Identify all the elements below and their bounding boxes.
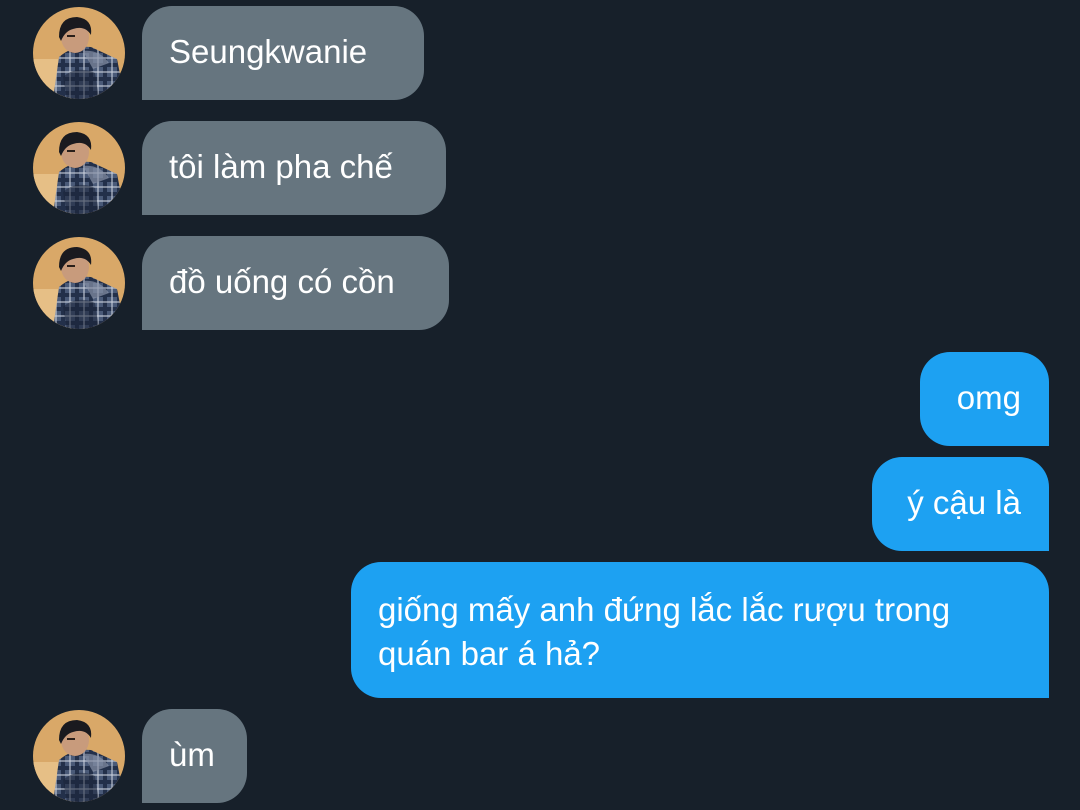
avatar-photo-icon [33, 237, 125, 329]
incoming-message-bubble[interactable]: Seungkwanie [142, 6, 424, 100]
contact-avatar[interactable] [33, 122, 125, 214]
incoming-message-bubble[interactable]: ùm [142, 709, 247, 803]
incoming-message-bubble[interactable]: tôi làm pha chế [142, 121, 446, 215]
outgoing-message-bubble[interactable]: ý cậu là [872, 457, 1049, 551]
contact-avatar[interactable] [33, 237, 125, 329]
contact-avatar[interactable] [33, 710, 125, 802]
avatar-photo-icon [33, 122, 125, 214]
outgoing-message-bubble[interactable]: omg [920, 352, 1049, 446]
incoming-message-bubble[interactable]: đồ uống có cồn [142, 236, 449, 330]
contact-avatar[interactable] [33, 7, 125, 99]
outgoing-message-bubble[interactable]: giống mấy anh đứng lắc lắc rượu trong qu… [351, 562, 1049, 698]
avatar-photo-icon [33, 7, 125, 99]
avatar-photo-icon [33, 710, 125, 802]
chat-thread: Seungkwanie tôi làm pha chế đồ uống có c… [0, 0, 1080, 810]
